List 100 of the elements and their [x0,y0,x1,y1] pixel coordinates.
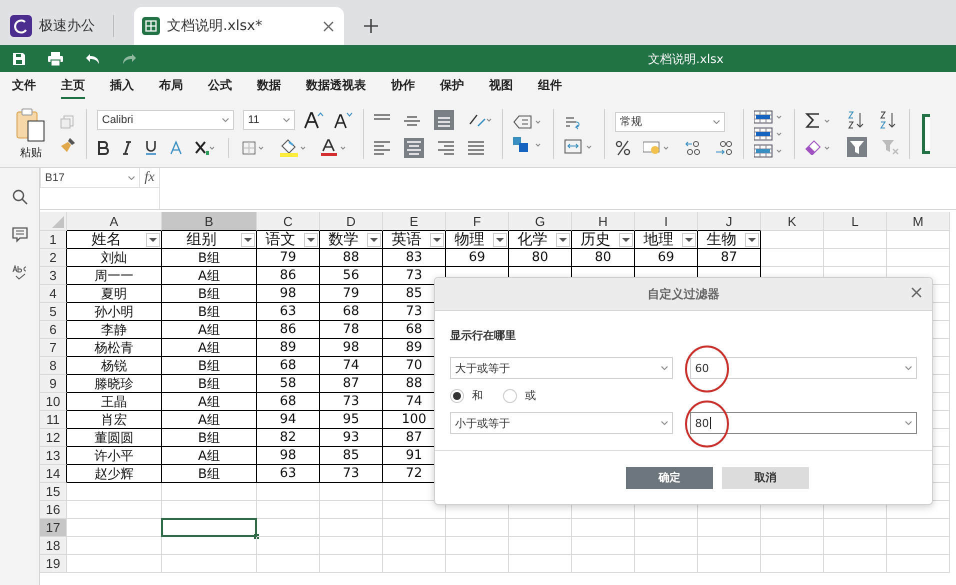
menu-tab[interactable]: 协作 [391,74,415,98]
filter-button[interactable] [367,232,381,246]
ok-button[interactable]: 确定 [626,466,713,488]
column-header[interactable]: L [824,212,887,231]
sort-descending-icon[interactable] [879,110,897,128]
borders-icon[interactable] [242,140,266,154]
font-name-field[interactable]: Calibri [97,110,234,130]
align-left-icon[interactable] [374,140,390,154]
close-icon[interactable] [323,20,334,32]
menu-tab[interactable]: 文件 [12,74,36,98]
row-header[interactable]: 2 [40,249,67,267]
column-header[interactable]: H [572,212,635,231]
font-color-icon[interactable] [320,138,348,156]
radio-button[interactable]: 或 [503,388,536,403]
row-header[interactable]: 3 [40,267,67,285]
menu-tab[interactable]: 组件 [538,74,562,98]
print-icon[interactable] [48,52,63,66]
row-header[interactable]: 7 [40,339,67,357]
menu-tab[interactable]: 保护 [440,74,464,98]
decrease-decimal-icon[interactable] [715,140,733,156]
increase-decimal-icon[interactable] [685,140,703,156]
filter-button[interactable] [556,232,570,246]
row-header[interactable]: 11 [40,411,67,429]
filter-button[interactable] [619,232,633,246]
filter-button[interactable] [146,232,160,246]
subscript-icon[interactable] [195,140,215,154]
align-bottom-icon[interactable] [434,110,454,130]
row-header[interactable]: 9 [40,375,67,393]
align-center-icon[interactable] [404,138,424,158]
delete-cells-icon[interactable] [754,126,784,140]
strikethrough-icon[interactable] [170,140,182,154]
format-brush-icon[interactable] [60,136,76,152]
grow-font-icon[interactable] [304,110,324,128]
filter-button[interactable] [745,232,759,246]
row-header[interactable]: 13 [40,447,67,465]
row-header[interactable]: 18 [40,537,67,555]
column-header[interactable]: D [320,212,383,231]
row-header[interactable]: 12 [40,429,67,447]
undo-icon[interactable] [85,52,100,64]
filter-button[interactable] [241,232,255,246]
fill-color-icon[interactable] [279,138,307,156]
menu-tab[interactable]: 视图 [489,74,513,98]
value-field[interactable]: 60 [690,357,917,379]
column-header[interactable]: K [761,212,824,231]
underline-icon[interactable] [145,140,157,155]
percent-icon[interactable] [615,140,631,156]
bold-icon[interactable] [97,140,109,154]
row-header[interactable]: 17 [40,519,67,537]
row-header[interactable]: 8 [40,357,67,375]
column-header[interactable]: J [698,212,761,231]
row-header[interactable]: 19 [40,555,67,573]
italic-icon[interactable] [122,140,132,154]
insert-cells-icon[interactable] [754,110,784,124]
filter-button[interactable] [430,232,444,246]
column-header[interactable]: F [446,212,509,231]
row-header[interactable]: 1 [40,231,67,249]
row-header[interactable]: 15 [40,483,67,501]
operator-dropdown[interactable]: 大于或等于 [450,357,673,379]
menu-tab[interactable]: 布局 [159,74,183,98]
app-tab[interactable]: 文档说明.xlsx* [134,7,344,45]
menu-tab[interactable]: 插入 [110,74,134,98]
redo-icon[interactable] [122,52,137,64]
column-header[interactable]: G [509,212,572,231]
row-header[interactable]: 14 [40,465,67,483]
column-header[interactable]: C [257,212,320,231]
spellcheck-icon[interactable] [12,265,28,281]
number-format-field[interactable]: 常规 [615,112,725,132]
radio-button[interactable]: 和 [450,388,483,403]
column-header[interactable]: M [887,212,950,231]
app-tab[interactable]: 极速办公 [8,7,107,45]
justify-icon[interactable] [468,140,484,154]
filter-button[interactable] [682,232,696,246]
shrink-font-icon[interactable] [333,110,353,128]
sort-ascending-icon[interactable] [847,110,865,128]
cancel-button[interactable]: 取消 [722,466,809,488]
cell-style-icon[interactable] [513,136,543,152]
menu-tab[interactable]: 数据透视表 [306,74,366,98]
close-icon[interactable] [911,287,922,298]
row-header[interactable]: 16 [40,501,67,519]
column-header[interactable]: B [162,212,257,231]
row-header[interactable]: 4 [40,285,67,303]
filter-button[interactable] [304,232,318,246]
menu-tab[interactable]: 数据 [257,74,281,98]
font-size-field[interactable]: 11 [243,110,295,130]
menu-tab[interactable]: 公式 [208,74,232,98]
comment-icon[interactable] [12,227,28,243]
function-button[interactable]: fx [140,168,160,188]
row-header[interactable]: 6 [40,321,67,339]
format-cells-icon[interactable] [754,144,784,158]
column-header[interactable]: E [383,212,446,231]
new-tab-icon[interactable] [364,18,378,32]
filter-button[interactable] [493,232,507,246]
save-icon[interactable] [12,52,26,66]
operator-dropdown[interactable]: 小于或等于 [450,412,673,434]
value-field[interactable]: 80 [690,412,917,434]
search-icon[interactable] [12,189,28,205]
filter-icon[interactable] [847,136,867,156]
tag-icon[interactable] [513,114,543,128]
row-header[interactable]: 5 [40,303,67,321]
merge-cells-icon[interactable] [564,138,594,154]
